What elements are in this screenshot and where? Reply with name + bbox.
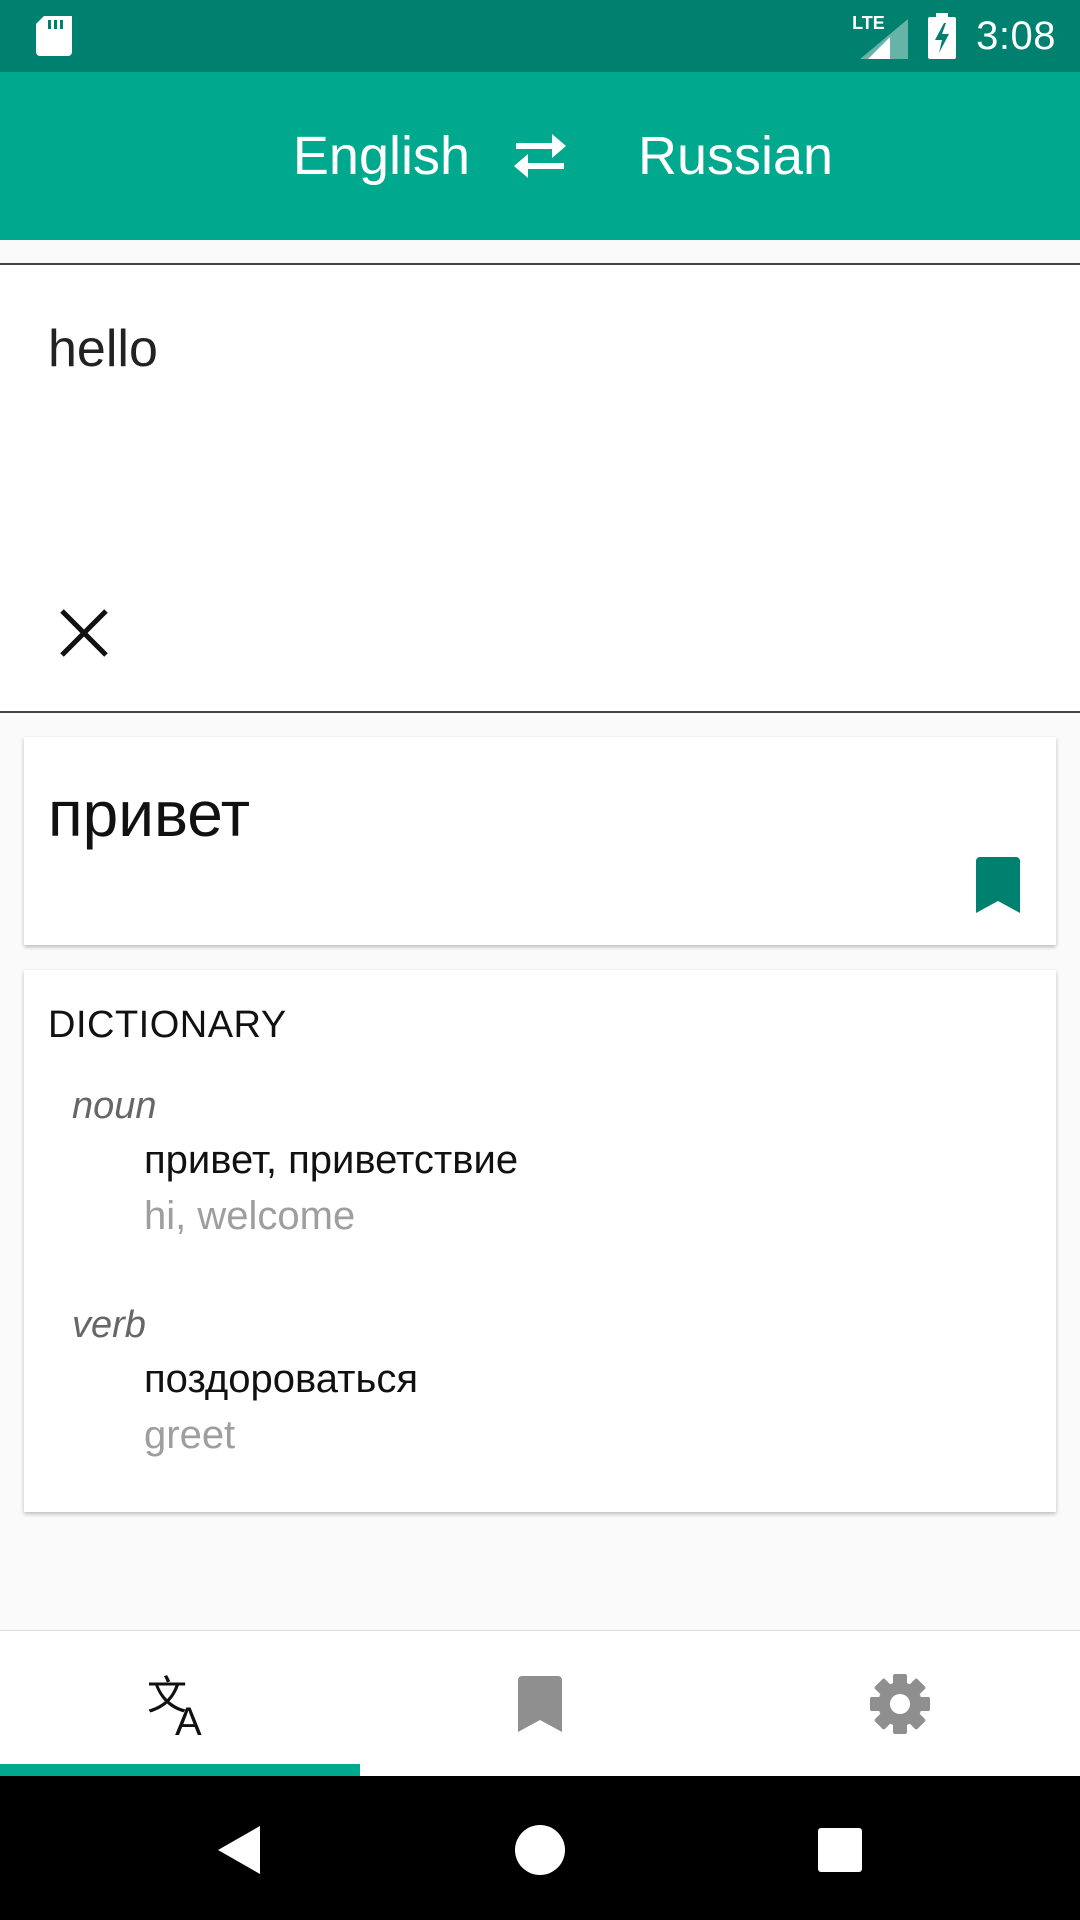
settings-icon <box>870 1674 930 1734</box>
bottom-navigation: 文 A <box>0 1630 1080 1776</box>
svg-text:A: A <box>175 1700 202 1737</box>
sd-card-icon <box>36 16 72 56</box>
battery-charging-icon <box>928 13 957 59</box>
status-bar: LTE 3:08 <box>0 0 1080 72</box>
active-tab-indicator <box>0 1764 360 1776</box>
status-icons: LTE 3:08 <box>850 0 1056 72</box>
app-bar: English Russian <box>0 72 1080 240</box>
translation-text: привет <box>48 778 251 850</box>
bookmark-icon <box>976 857 1020 913</box>
tab-settings[interactable] <box>720 1631 1080 1777</box>
clear-input-button[interactable] <box>54 603 114 663</box>
input-area[interactable]: hello <box>0 263 1080 713</box>
input-text[interactable]: hello <box>48 319 158 379</box>
entry-back-translations: hi, welcome <box>144 1194 356 1238</box>
dictionary-card: DICTIONARY noun привет, приветствие hi, … <box>24 970 1056 1512</box>
bookmark-button[interactable] <box>976 857 1020 913</box>
translate-icon: 文 A <box>147 1673 202 1737</box>
back-icon[interactable] <box>210 1820 270 1880</box>
source-language-button[interactable]: English <box>0 72 470 240</box>
dictionary-title: DICTIONARY <box>48 1004 287 1046</box>
close-icon <box>60 609 108 657</box>
part-of-speech: noun <box>72 1085 157 1127</box>
tab-translate[interactable]: 文 A <box>0 1631 360 1777</box>
dictionary-entry: verb поздороваться greet <box>72 1299 972 1463</box>
clock: 3:08 <box>976 13 1056 58</box>
entry-translations[interactable]: поздороваться <box>144 1351 972 1407</box>
part-of-speech: verb <box>72 1304 146 1346</box>
screen: LTE 3:08 English Russian hello привет DI… <box>0 0 1080 1920</box>
entry-translations[interactable]: привет, приветствие <box>144 1132 972 1188</box>
signal-icon: LTE <box>850 13 909 59</box>
entry-back-translations: greet <box>144 1413 236 1457</box>
system-navigation-bar <box>0 1776 1080 1920</box>
translation-card: привет <box>24 737 1056 945</box>
bookmarks-icon <box>518 1676 562 1732</box>
tab-bookmarks[interactable] <box>360 1631 720 1777</box>
swap-icon <box>514 134 566 178</box>
home-icon[interactable] <box>510 1820 570 1880</box>
dictionary-entry: noun привет, приветствие hi, welcome <box>72 1080 972 1244</box>
target-language-button[interactable]: Russian <box>638 72 938 240</box>
swap-languages-button[interactable] <box>500 122 580 190</box>
recents-icon[interactable] <box>810 1820 870 1880</box>
